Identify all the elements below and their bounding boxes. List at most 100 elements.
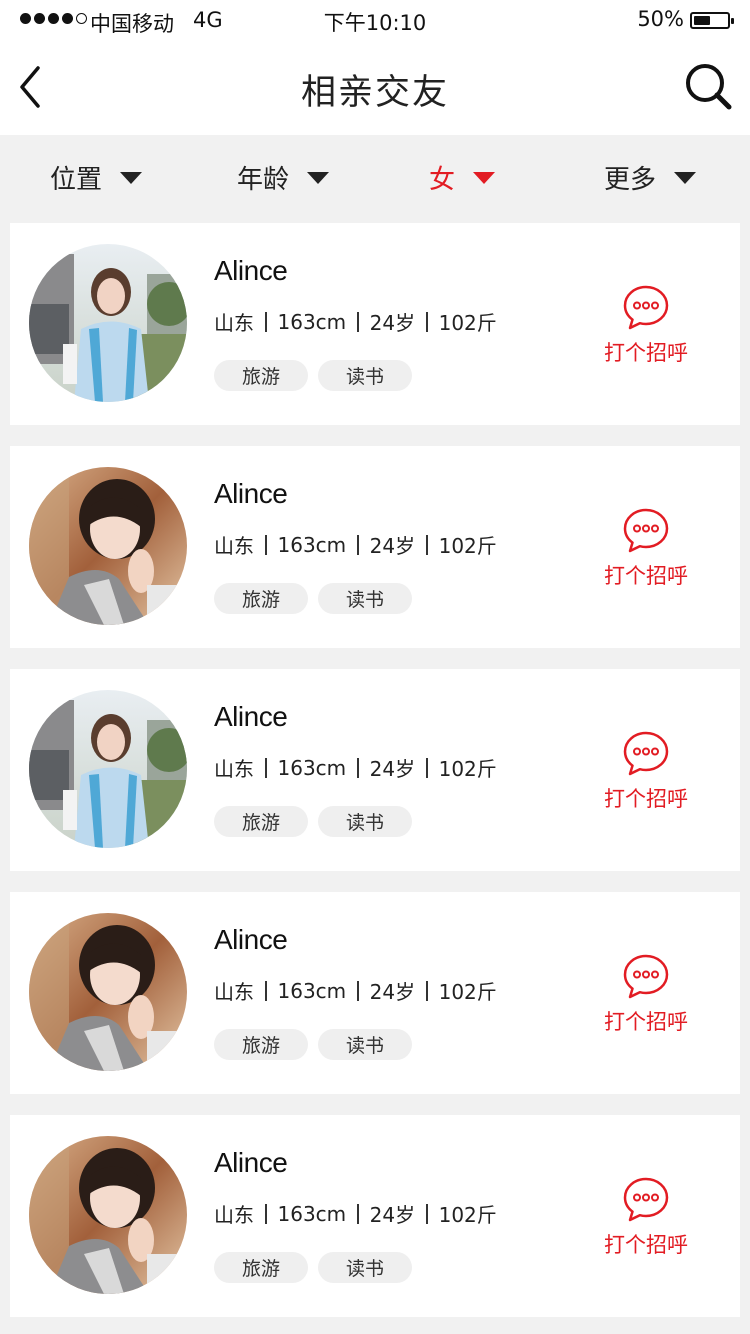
caret-down-icon [120,171,143,184]
profile-card[interactable]: Alince 山东 163cm 24岁 102斤 旅游 读书 打个招呼 [10,669,740,871]
avatar-photo [29,690,187,848]
interest-tag: 读书 [318,1029,412,1060]
divider [357,311,359,332]
divider [265,311,267,332]
interest-tag: 旅游 [214,360,308,391]
filter-location[interactable]: 位置 [50,159,143,196]
battery-percentage: 50% [637,7,684,31]
say-hello-label: 打个招呼 [604,1010,688,1034]
divider [357,980,359,1001]
divider [265,757,267,778]
filter-more[interactable]: 更多 [604,159,697,196]
profile-age: 24岁 [369,311,416,335]
profile-name: Alince [214,924,288,955]
profile-meta: 山东 163cm 24岁 102斤 [214,753,497,782]
avatar-photo [29,913,187,1071]
filter-label: 位置 [50,165,103,195]
chat-bubble-icon [623,285,669,330]
say-hello-button[interactable]: 打个招呼 [596,283,696,367]
say-hello-button[interactable]: 打个招呼 [596,1175,696,1259]
profile-tags: 旅游 读书 [214,583,412,614]
profile-card[interactable]: Alince 山东 163cm 24岁 102斤 旅游 读书 打个招呼 [10,1115,740,1317]
chat-bubble-icon [623,1177,669,1222]
profile-height: 163cm [277,1201,347,1226]
divider [426,757,428,778]
status-bar: 中国移动 4G 下午10:10 50% [0,0,750,40]
filter-label: 年龄 [237,165,290,195]
profile-weight: 102斤 [438,980,497,1004]
divider [357,534,359,555]
interest-tag: 旅游 [214,1029,308,1060]
profile-meta: 山东 163cm 24岁 102斤 [214,976,497,1005]
profile-age: 24岁 [369,1203,416,1227]
say-hello-label: 打个招呼 [604,564,688,588]
profile-meta: 山东 163cm 24岁 102斤 [214,307,497,336]
divider [426,1203,428,1224]
profile-name: Alince [214,1147,288,1178]
profile-tags: 旅游 读书 [214,360,412,391]
chat-bubble-icon [623,731,669,776]
caret-down-icon [674,171,697,184]
profile-weight: 102斤 [438,1203,497,1227]
say-hello-button[interactable]: 打个招呼 [596,729,696,813]
divider [265,534,267,555]
avatar[interactable] [29,467,187,625]
filter-gender[interactable]: 女 [429,159,496,196]
profile-tags: 旅游 读书 [214,1252,412,1283]
profile-weight: 102斤 [438,757,497,781]
avatar[interactable] [29,913,187,1071]
divider [357,757,359,778]
profile-height: 163cm [277,309,347,334]
profile-weight: 102斤 [438,534,497,558]
profile-name: Alince [214,701,288,732]
profile-meta: 山东 163cm 24岁 102斤 [214,530,497,559]
profile-height: 163cm [277,978,347,1003]
profile-height: 163cm [277,532,347,557]
profile-card[interactable]: Alince 山东 163cm 24岁 102斤 旅游 读书 打个招呼 [10,892,740,1094]
interest-tag: 读书 [318,806,412,837]
page-title: 相亲交友 [300,73,449,113]
avatar-photo [29,1136,187,1294]
profile-tags: 旅游 读书 [214,806,412,837]
avatar[interactable] [29,1136,187,1294]
divider [265,1203,267,1224]
profile-list: Alince 山东 163cm 24岁 102斤 旅游 读书 打个招呼 Alin… [10,223,740,1334]
profile-age: 24岁 [369,757,416,781]
filter-bar: 位置 年龄 女 更多 [0,135,750,221]
profile-tags: 旅游 读书 [214,1029,412,1060]
filter-label: 更多 [604,165,657,195]
profile-meta: 山东 163cm 24岁 102斤 [214,1199,497,1228]
avatar-photo [29,244,187,402]
avatar[interactable] [29,244,187,402]
filter-label: 女 [429,165,456,195]
profile-region: 山东 [214,980,254,1004]
say-hello-button[interactable]: 打个招呼 [596,506,696,590]
search-button[interactable] [684,62,734,112]
profile-region: 山东 [214,311,254,335]
profile-age: 24岁 [369,980,416,1004]
battery-icon [690,12,734,29]
avatar-photo [29,467,187,625]
avatar[interactable] [29,690,187,848]
search-icon [686,64,732,110]
say-hello-button[interactable]: 打个招呼 [596,952,696,1036]
profile-weight: 102斤 [438,311,497,335]
divider [357,1203,359,1224]
profile-card[interactable]: Alince 山东 163cm 24岁 102斤 旅游 读书 打个招呼 [10,223,740,425]
interest-tag: 旅游 [214,583,308,614]
nav-bar: 相亲交友 [0,40,750,135]
say-hello-label: 打个招呼 [604,341,688,365]
profile-name: Alince [214,255,288,286]
filter-age[interactable]: 年龄 [237,159,330,196]
chat-bubble-icon [623,954,669,999]
caret-down-icon [473,171,496,184]
interest-tag: 旅游 [214,806,308,837]
divider [265,980,267,1001]
divider [426,534,428,555]
profile-card[interactable]: Alince 山东 163cm 24岁 102斤 旅游 读书 打个招呼 [10,446,740,648]
interest-tag: 读书 [318,360,412,391]
profile-region: 山东 [214,1203,254,1227]
profile-name: Alince [214,478,288,509]
say-hello-label: 打个招呼 [604,787,688,811]
divider [426,980,428,1001]
